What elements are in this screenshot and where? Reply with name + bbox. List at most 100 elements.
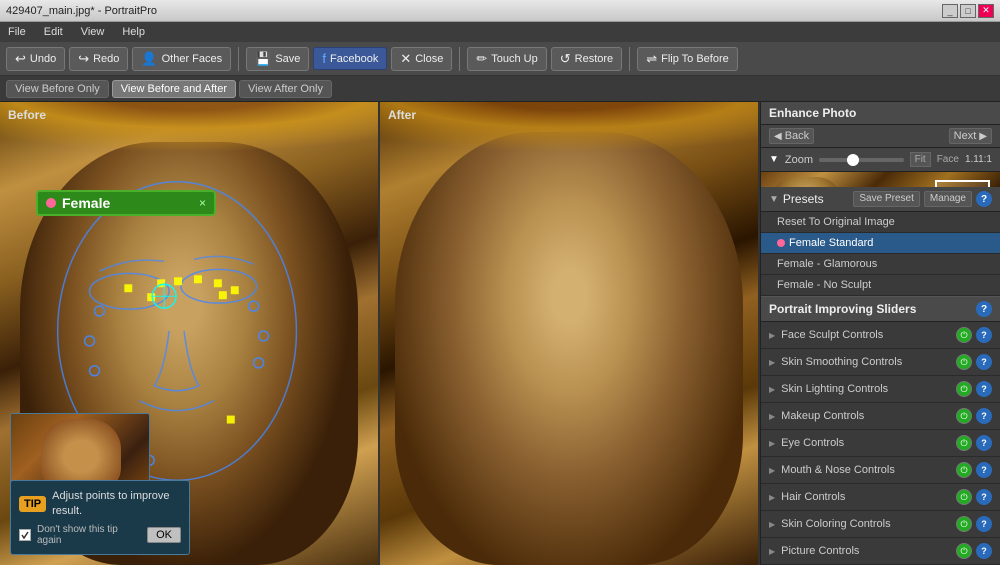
sliders-help-button[interactable]: ? [976,301,992,317]
minimize-button[interactable]: _ [942,4,958,18]
close-button[interactable]: ✕ Close [391,47,452,71]
enhance-header: Enhance Photo [761,102,1000,125]
restore-button[interactable]: ↺ Restore [551,47,622,71]
zoom-fit-button[interactable]: Fit [910,152,931,167]
zoom-collapse-icon[interactable]: ▼ [769,154,779,165]
presets-section-header[interactable]: ▼ Presets Save Preset Manage ? [761,187,1000,212]
after-image[interactable] [380,102,758,565]
save-preset-button[interactable]: Save Preset [853,191,919,207]
menu-file[interactable]: File [4,24,30,40]
flip-to-before-button[interactable]: ⇌ Flip To Before [637,47,738,71]
redo-button[interactable]: ↪ Redo [69,47,128,71]
slider-picture-power[interactable]: ⏻ [956,543,972,559]
after-label: After [388,108,416,122]
presets-help-button[interactable]: ? [976,191,992,207]
tip-checkbox[interactable] [19,529,31,541]
other-faces-button[interactable]: 👤 Other Faces [132,47,231,71]
slider-skin-lighting-label: Skin Lighting Controls [781,383,956,395]
slider-face-sculpt[interactable]: ▶ Face Sculpt Controls ⏻ ? [761,322,1000,349]
view-bar: View Before Only View Before and After V… [0,76,1000,102]
slider-makeup[interactable]: ▶ Makeup Controls ⏻ ? [761,403,1000,430]
slider-hair[interactable]: ▶ Hair Controls ⏻ ? [761,484,1000,511]
zoom-face-button[interactable]: Face [937,154,959,165]
menu-view[interactable]: View [77,24,109,40]
preset-item-glamorous[interactable]: Female - Glamorous [761,254,1000,275]
slider-skin-smoothing-power[interactable]: ⏻ [956,354,972,370]
presets-collapse-icon: ▼ [769,194,779,205]
slider-makeup-arrow: ▶ [769,412,775,421]
preset-item-female-standard[interactable]: Female Standard [761,233,1000,254]
preset-item-no-sculpt[interactable]: Female - No Sculpt [761,275,1000,296]
zoom-row: ▼ Zoom Fit Face 1.11:1 [761,148,1000,172]
slider-skin-coloring-help[interactable]: ? [976,516,992,532]
slider-skin-lighting-help[interactable]: ? [976,381,992,397]
save-button[interactable]: 💾 Save [246,47,309,71]
toolbar: ↩ Undo ↪ Redo 👤 Other Faces 💾 Save f Fac… [0,42,1000,76]
slider-eye-help[interactable]: ? [976,435,992,451]
gender-close-button[interactable]: × [199,196,206,210]
next-button[interactable]: Next ▶ [949,128,992,144]
slider-skin-lighting-power[interactable]: ⏻ [956,381,972,397]
slider-skin-lighting-arrow: ▶ [769,385,775,394]
slider-skin-lighting[interactable]: ▶ Skin Lighting Controls ⏻ ? [761,376,1000,403]
slider-picture-label: Picture Controls [781,545,956,557]
touch-up-button[interactable]: ✏ Touch Up [467,47,546,71]
menu-help[interactable]: Help [118,24,149,40]
slider-skin-coloring[interactable]: ▶ Skin Coloring Controls ⏻ ? [761,511,1000,538]
slider-skin-smoothing-arrow: ▶ [769,358,775,367]
slider-mouth-nose[interactable]: ▶ Mouth & Nose Controls ⏻ ? [761,457,1000,484]
preset-item-reset[interactable]: Reset To Original Image [761,212,1000,233]
tip-header: TIP Adjust points to improve result. [19,489,181,518]
close-window-button[interactable]: ✕ [978,4,994,18]
slider-face-sculpt-power[interactable]: ⏻ [956,327,972,343]
slider-mouth-nose-arrow: ▶ [769,466,775,475]
presets-title: Presets [783,192,824,206]
window-title: 429407_main.jpg* - PortraitPro [6,5,157,17]
manage-presets-button[interactable]: Manage [924,191,972,207]
tip-ok-button[interactable]: OK [147,527,181,543]
facebook-button[interactable]: f Facebook [313,47,387,70]
after-panel: After [380,102,760,565]
faces-icon: 👤 [141,51,157,67]
slider-mouth-nose-help[interactable]: ? [976,462,992,478]
slider-picture[interactable]: ▶ Picture Controls ⏻ ? [761,538,1000,565]
save-icon: 💾 [255,51,271,67]
slider-mouth-nose-power[interactable]: ⏻ [956,462,972,478]
zoom-slider[interactable] [819,158,904,162]
slider-eye-arrow: ▶ [769,439,775,448]
gender-label-box[interactable]: Female × [36,190,216,216]
gender-label: Female [62,195,193,211]
redo-icon: ↪ [78,51,89,67]
slider-hair-arrow: ▶ [769,493,775,502]
slider-eye[interactable]: ▶ Eye Controls ⏻ ? [761,430,1000,457]
slider-makeup-label: Makeup Controls [781,410,956,422]
before-image[interactable]: Female × TIP Adjust points to improve re… [0,102,378,565]
view-before-after-button[interactable]: View Before and After [112,80,236,98]
undo-button[interactable]: ↩ Undo [6,47,65,71]
slider-skin-smoothing[interactable]: ▶ Skin Smoothing Controls ⏻ ? [761,349,1000,376]
maximize-button[interactable]: □ [960,4,976,18]
slider-hair-help[interactable]: ? [976,489,992,505]
toolbar-separator-3 [629,47,630,71]
slider-face-sculpt-help[interactable]: ? [976,327,992,343]
slider-makeup-power[interactable]: ⏻ [956,408,972,424]
slider-hair-power[interactable]: ⏻ [956,489,972,505]
zoom-value: 1.11:1 [965,154,992,165]
back-button[interactable]: ◀ Back [769,128,814,144]
slider-skin-coloring-power[interactable]: ⏻ [956,516,972,532]
view-after-only-button[interactable]: View After Only [239,80,332,98]
nav-row: ◀ Back Next ▶ [761,125,1000,148]
slider-makeup-help[interactable]: ? [976,408,992,424]
main-content: Before [0,102,1000,565]
slider-skin-coloring-arrow: ▶ [769,520,775,529]
toolbar-separator-1 [238,47,239,71]
slider-eye-power[interactable]: ⏻ [956,435,972,451]
slider-skin-smoothing-help[interactable]: ? [976,354,992,370]
sliders-header: Portrait Improving Sliders ? [761,296,1000,322]
slider-picture-help[interactable]: ? [976,543,992,559]
tip-badge: TIP [19,496,46,512]
sliders-title: Portrait Improving Sliders [769,302,916,316]
menu-edit[interactable]: Edit [40,24,67,40]
view-before-only-button[interactable]: View Before Only [6,80,109,98]
preview-thumbnail[interactable] [761,172,1000,187]
